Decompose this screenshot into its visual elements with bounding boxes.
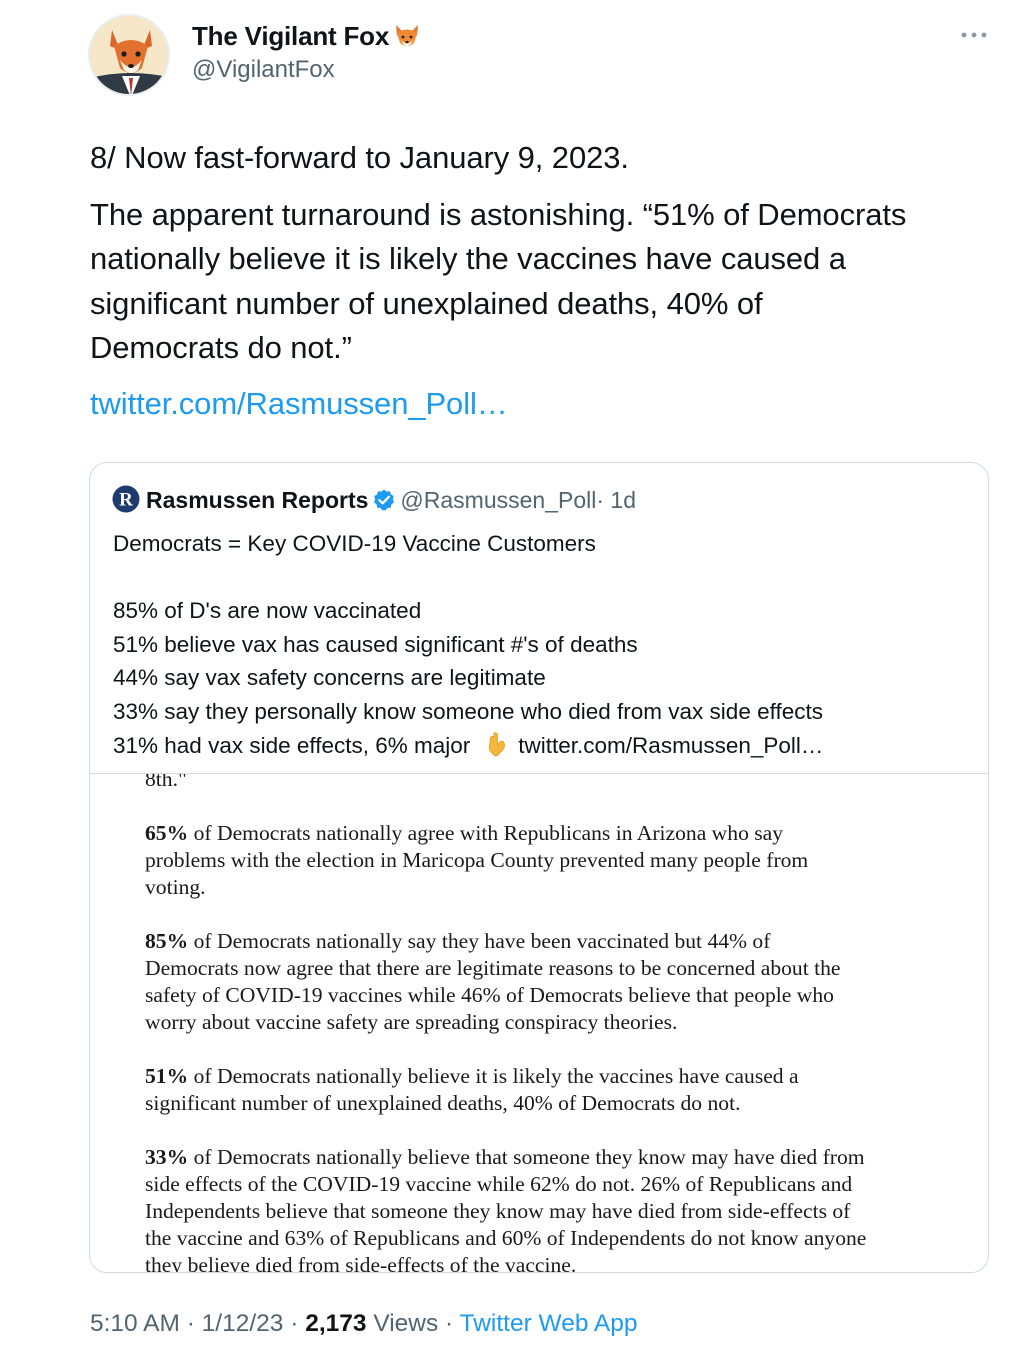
tweet-meta: 5:10 AM · 1/12/23 · 2,173 Views · Twitte… — [90, 1310, 638, 1338]
author-name[interactable]: The Vigilant Fox — [192, 21, 421, 52]
fox-avatar-icon — [90, 16, 168, 94]
author-name-text: The Vigilant Fox — [192, 21, 390, 51]
tweet-header: The Vigilant Fox @VigilantFox — [88, 14, 988, 98]
source-app-link[interactable]: Twitter Web App — [460, 1310, 638, 1337]
doc-paragraph-lead: 85% — [145, 929, 189, 953]
svg-text:R: R — [119, 490, 133, 511]
meta-separator: · — [179, 1310, 202, 1337]
quoted-author-handle[interactable]: @Rasmussen_Poll — [400, 487, 596, 513]
quoted-title-line: Democrats = Key COVID-19 Vaccine Custome… — [113, 531, 596, 556]
author-avatar[interactable] — [88, 14, 170, 96]
tweet-link[interactable]: twitter.com/Rasmussen_Poll… — [90, 386, 508, 422]
doc-paragraph-text: of Democrats nationally believe that som… — [145, 1145, 867, 1273]
doc-paragraph: 33% of Democrats nationally believe that… — [145, 1144, 945, 1273]
meta-separator: · — [438, 1310, 460, 1337]
quoted-line: 31% had vax side effects, 6% major — [113, 732, 471, 758]
doc-paragraph-text: of Democrats nationally agree with Repub… — [145, 821, 809, 899]
more-options-icon[interactable] — [960, 28, 988, 48]
quoted-tweet-header: R Rasmussen Reports @Rasmussen_Poll· 1d — [112, 485, 636, 515]
quoted-tweet[interactable]: R Rasmussen Reports @Rasmussen_Poll· 1d … — [89, 462, 989, 1273]
tweet-date[interactable]: 1/12/23 — [202, 1310, 284, 1337]
quoted-inline-link[interactable]: twitter.com/Rasmussen_Poll… — [518, 733, 823, 758]
pointing-down-icon — [489, 731, 506, 756]
quoted-line: 44% say vax safety concerns are legitima… — [113, 665, 546, 691]
author-handle[interactable]: @VigilantFox — [192, 56, 335, 84]
doc-paragraph: 85% of Democrats nationally say they hav… — [145, 928, 945, 1036]
views-label: Views — [366, 1310, 439, 1337]
doc-paragraph-lead: 51% — [145, 1064, 189, 1088]
views-count: 2,173 — [305, 1310, 367, 1337]
doc-paragraph-text: of Democrats nationally say they have be… — [145, 929, 841, 1034]
quoted-tweet-age: · 1d — [596, 487, 636, 513]
tweet-time[interactable]: 5:10 AM — [90, 1310, 180, 1337]
doc-paragraph: 51% of Democrats nationally believe it i… — [145, 1063, 945, 1117]
quoted-media-image[interactable]: 8th." 65% of Democrats nationally agree … — [90, 773, 988, 1273]
tweet-paragraph-2: The apparent turnaround is astonishing. … — [90, 196, 907, 366]
quoted-line: 85% of D's are now vaccinated — [113, 598, 422, 624]
fox-face-icon — [396, 25, 419, 46]
doc-paragraph-text: of Democrats nationally believe it is li… — [145, 1064, 799, 1115]
doc-paragraph: 65% of Democrats nationally agree with R… — [145, 820, 945, 901]
doc-paragraph-lead: 33% — [145, 1145, 189, 1169]
quoted-author-name[interactable]: Rasmussen Reports — [146, 487, 368, 513]
rasmussen-logo-icon: R — [112, 485, 140, 513]
quoted-line: 51% believe vax has caused significant #… — [113, 631, 638, 657]
quoted-line: 33% say they personally know someone who… — [113, 698, 823, 724]
meta-separator: · — [283, 1310, 306, 1337]
verified-badge-icon — [374, 489, 395, 511]
quoted-tweet-body: Democrats = Key COVID-19 Vaccine Custome… — [113, 527, 973, 762]
tweet-paragraph-1: 8/ Now fast-forward to January 9, 2023. — [90, 140, 629, 175]
document-excerpt: 8th." 65% of Democrats nationally agree … — [145, 773, 945, 1273]
tweet-text: 8/ Now fast-forward to January 9, 2023. … — [90, 136, 990, 383]
doc-paragraph-lead: 65% — [145, 821, 189, 845]
doc-fragment: 8th." — [145, 773, 187, 791]
quoted-last-line: 31% had vax side effects, 6% major twitt… — [113, 729, 973, 763]
